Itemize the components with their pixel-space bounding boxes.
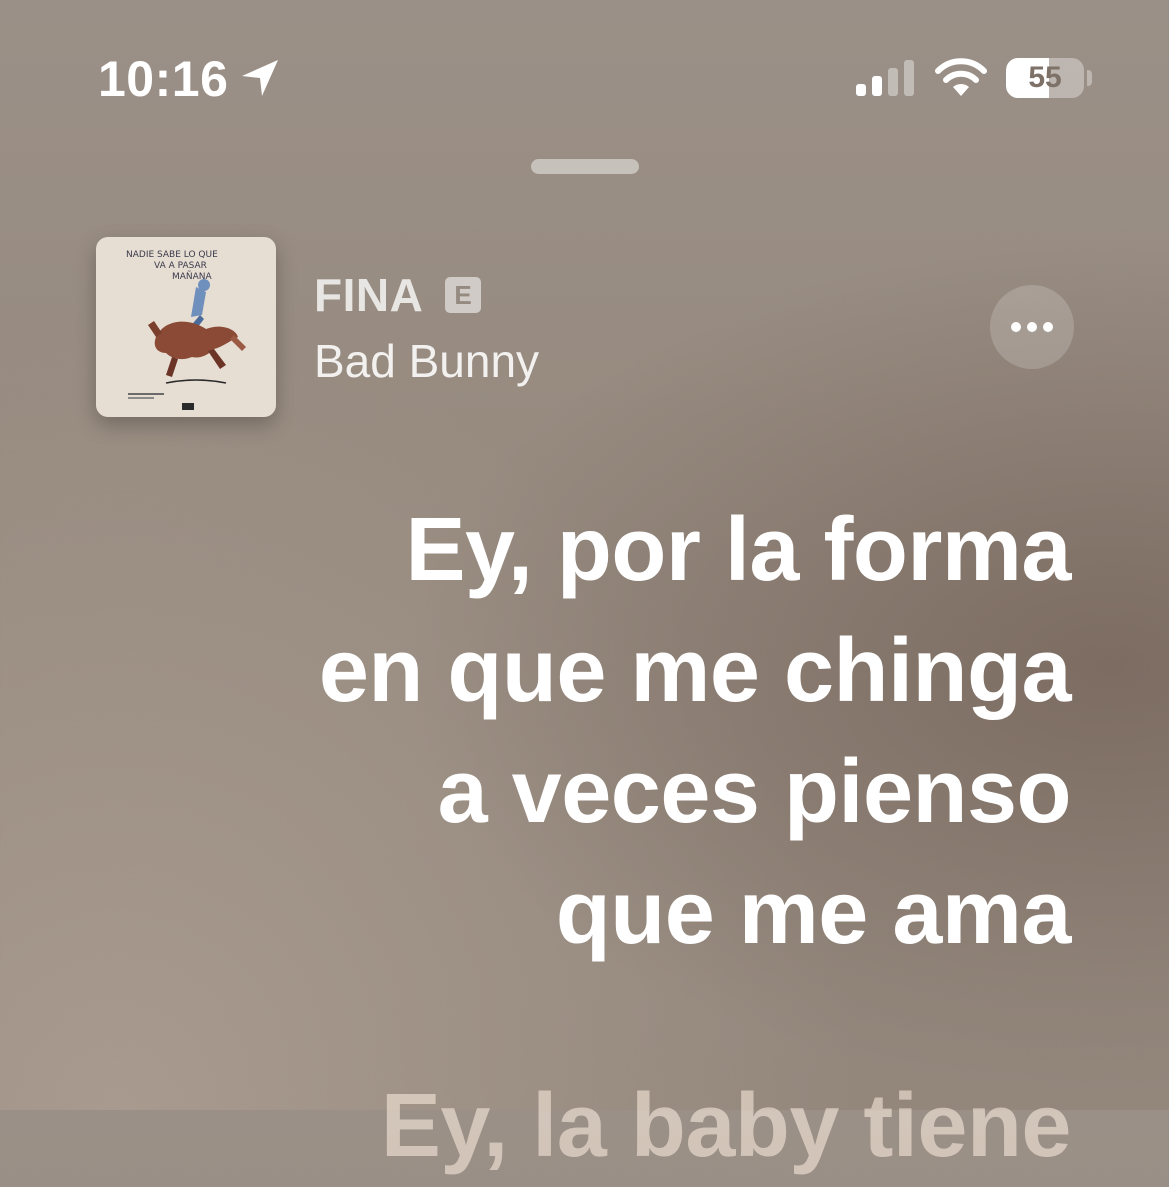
more-options-button[interactable] <box>990 285 1074 369</box>
cellular-signal-icon <box>856 60 914 96</box>
explicit-badge: E <box>445 277 481 313</box>
song-title[interactable]: FINA <box>314 268 423 322</box>
lyric-line-current[interactable]: que me ama <box>171 853 1072 974</box>
location-arrow-icon <box>242 60 278 96</box>
ellipsis-icon <box>1011 322 1053 332</box>
battery-level: 55 <box>1028 61 1062 94</box>
lyrics-view[interactable]: Ey, por la forma en que me chinga a vece… <box>171 490 1072 1187</box>
lyric-line-next[interactable]: Ey, la baby tiene <box>171 1066 1072 1187</box>
clock-time: 10:16 <box>98 51 229 107</box>
status-bar: 10:16 55 <box>0 0 1169 150</box>
artwork-text-2: VA A PASAR <box>154 261 207 271</box>
album-artwork[interactable]: NADIE SABE LO QUE VA A PASAR MAÑANA <box>96 237 276 417</box>
battery-nub <box>1087 70 1092 86</box>
battery-indicator: 55 <box>1006 58 1084 98</box>
sheet-grabber-handle[interactable] <box>531 159 639 174</box>
wifi-icon <box>935 58 987 96</box>
lyric-line-current[interactable]: en que me chinga <box>171 611 1072 732</box>
lyric-line-current[interactable]: a veces pienso <box>171 732 1072 853</box>
album-artwork-image: NADIE SABE LO QUE VA A PASAR MAÑANA <box>96 237 276 417</box>
artist-name[interactable]: Bad Bunny <box>314 334 539 388</box>
artwork-text-1: NADIE SABE LO QUE <box>126 250 218 260</box>
lyric-line-current[interactable]: Ey, por la forma <box>171 490 1071 611</box>
